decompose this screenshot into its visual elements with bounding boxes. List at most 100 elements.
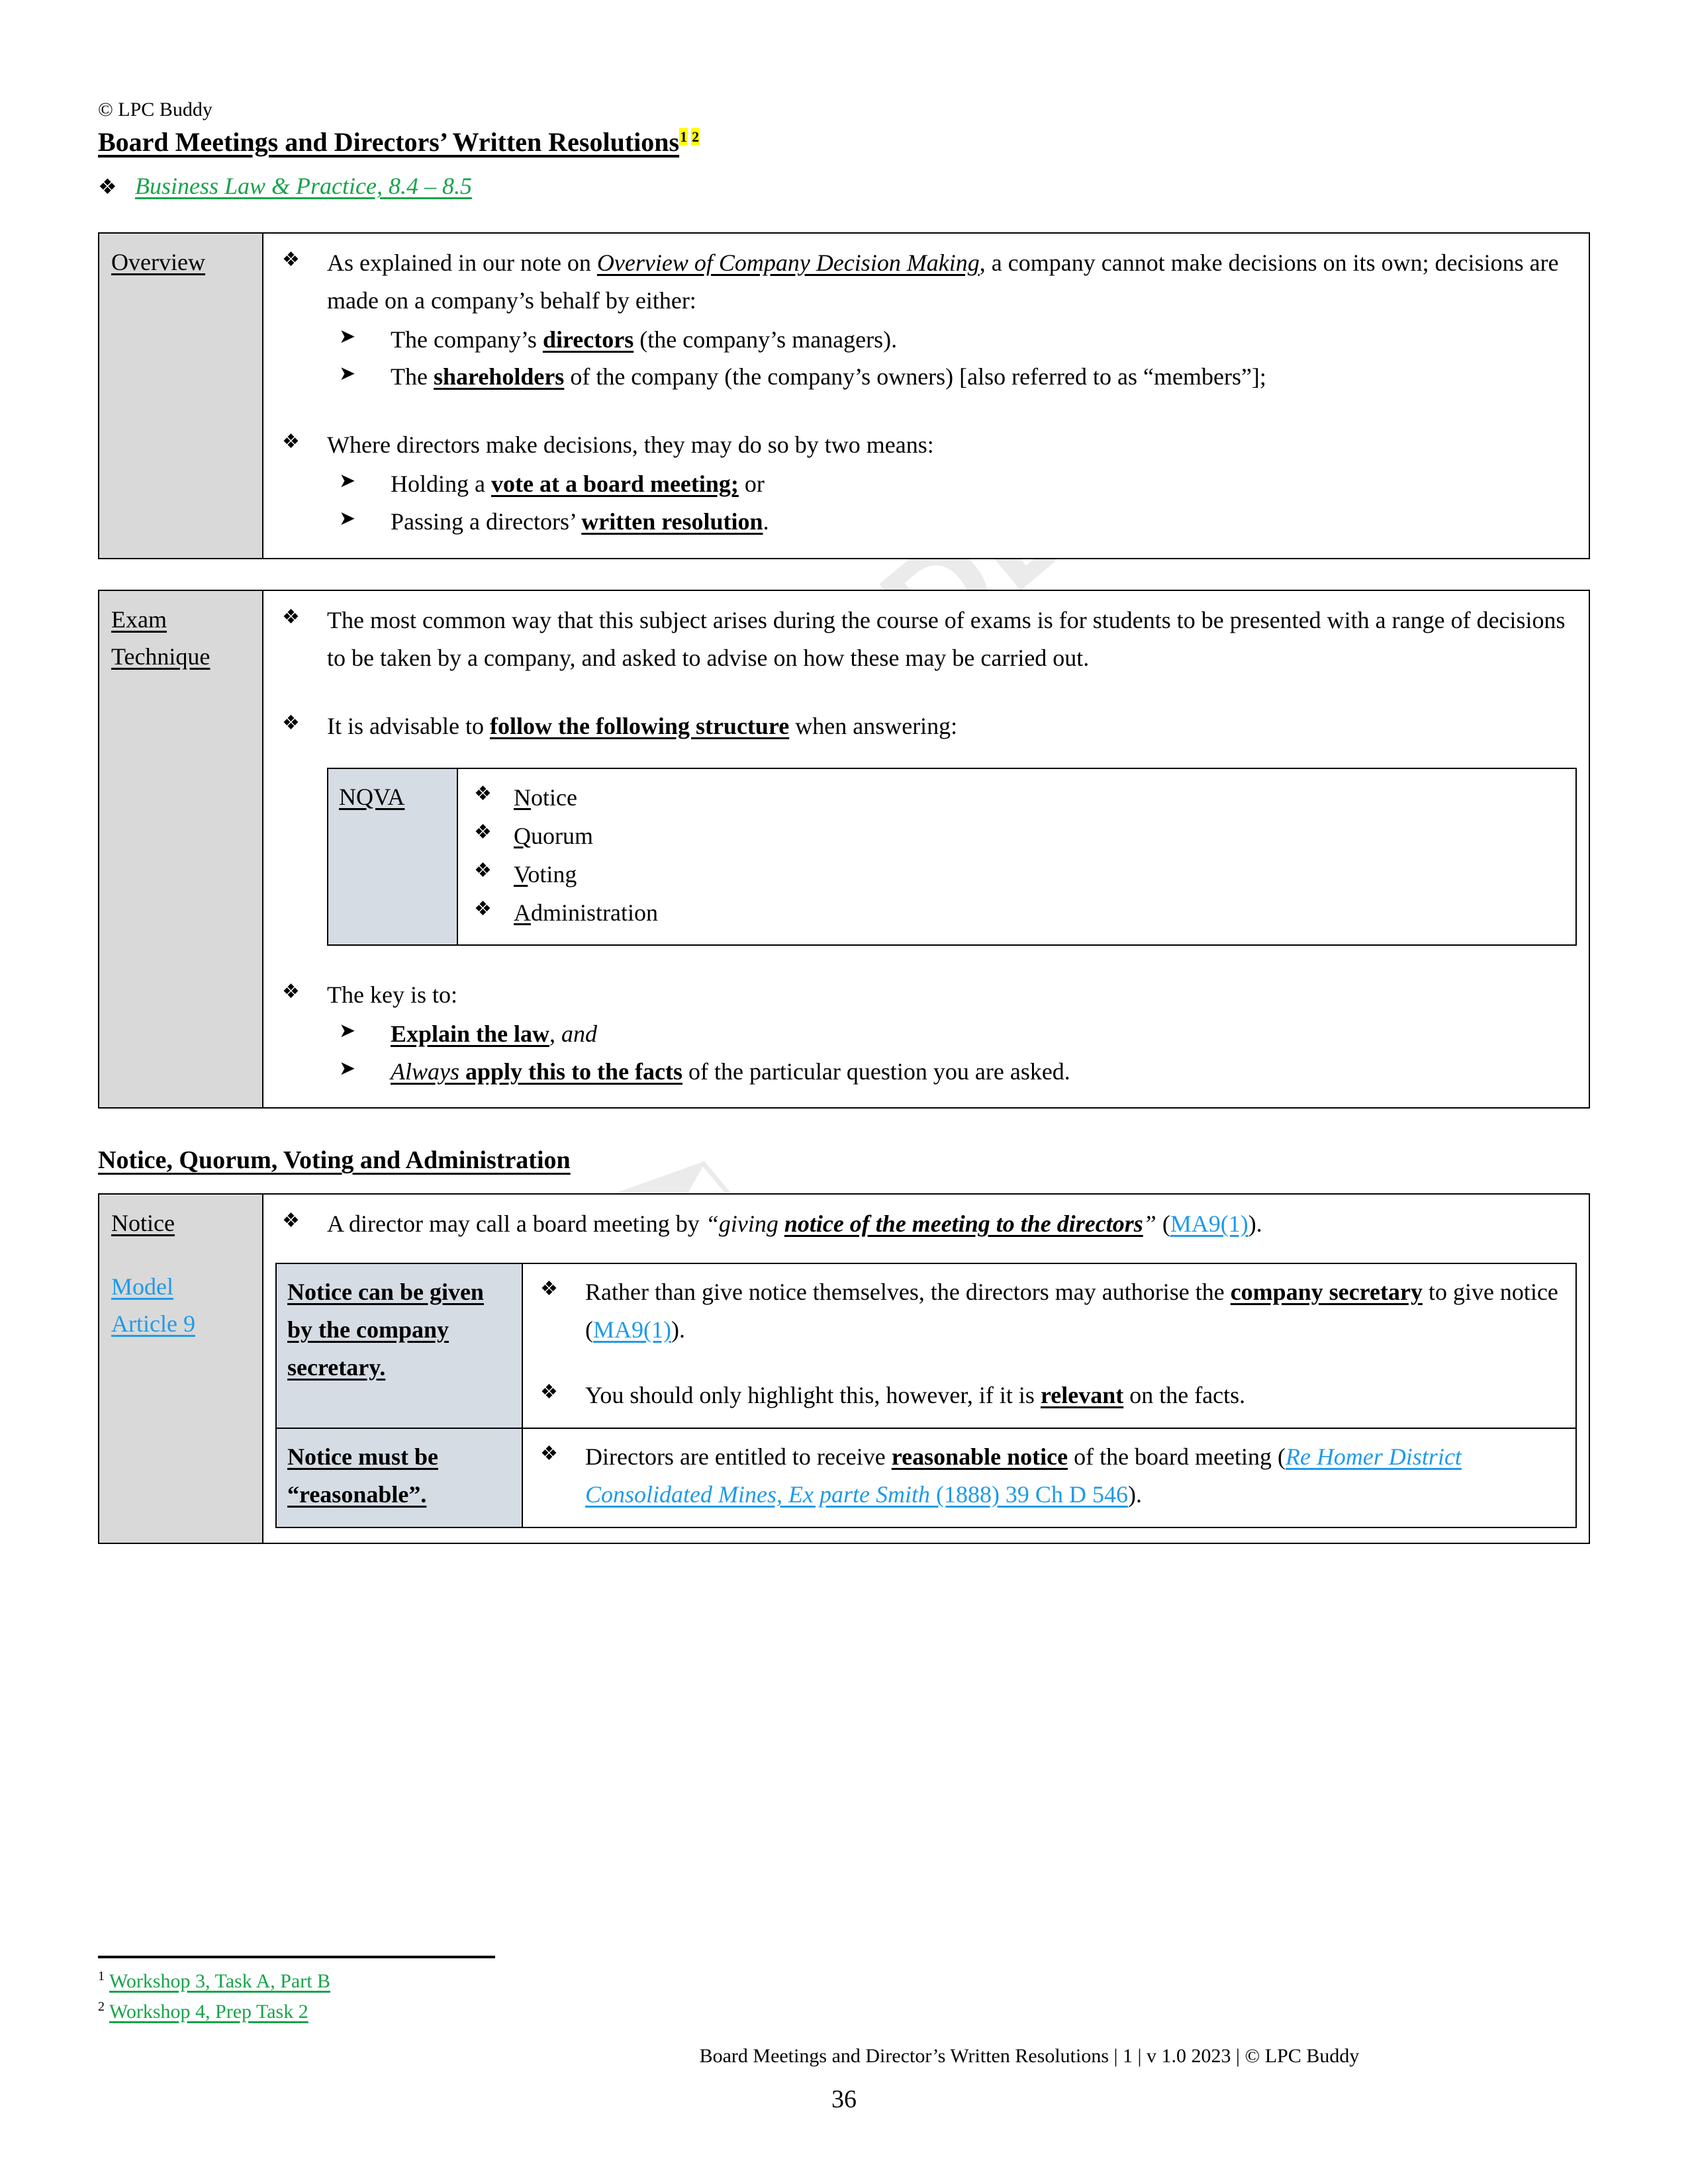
exam-technique-bullet-list: The most common way that this subject ar… [275,602,1577,1091]
model-article-link-line2[interactable]: Article 9 [111,1306,250,1343]
list-item: You should only highlight this, however,… [534,1377,1565,1414]
table-row: Overview As explained in our note on Ove… [98,232,1590,559]
exam-technique-label-line1: Exam [111,606,167,633]
key-and: and [561,1020,598,1047]
list-item: Notice [469,778,1565,817]
footnote-2-link[interactable]: Workshop 4, Prep Task 2 [109,2001,308,2023]
r0-b1-bold: relevant [1040,1382,1124,1409]
nqva-list: Notice Quorum Voting Administration [469,778,1565,933]
overview-table: Overview As explained in our note on Ove… [98,232,1590,559]
overview-bullet-list: As explained in our note on Overview of … [275,244,1577,541]
nqva-item-0-rest: otice [531,784,577,811]
footnote-separator [98,1956,495,1958]
list-item: As explained in our note on Overview of … [275,244,1577,396]
nqva-content-cell: Notice Quorum Voting Administration [457,767,1577,946]
list-item: The most common way that this subject ar… [275,602,1577,677]
table-row: NQVA Notice Quorum Voting Administration [327,767,1577,946]
sub2-post: of the company (the company’s owners) [a… [564,363,1266,390]
b2-sub1-bold: vote at a board meeting; [491,471,739,498]
list-item: It is advisable to follow the following … [275,707,1577,946]
overview-b1-pre: As explained in our note on [327,249,597,276]
b2-sub1-pre: Holding a [391,471,491,498]
overview-content-cell: As explained in our note on Overview of … [262,232,1590,559]
footnote-1-link[interactable]: Workshop 3, Task A, Part B [109,1970,330,1992]
exam-technique-table: Exam Technique The most common way that … [98,589,1590,1109]
list-item: Voting [469,855,1565,893]
overview-sublist-1: The company’s directors (the company’s m… [327,321,1577,396]
notice-bullet-list: A director may call a board meeting by “… [275,1205,1577,1243]
notice-inner-table: Notice can be given by the company secre… [275,1263,1577,1528]
notice-table: Notice Model Article 9 A director may ca… [98,1193,1590,1544]
list-item: The key is to: Explain the law, and Alwa… [275,976,1577,1091]
overview-sublist-2: Holding a vote at a board meeting; or Pa… [327,465,1577,541]
source-reference-link[interactable]: Business Law & Practice, 8.4 – 8.5 [135,171,472,202]
exam-b2-bold: follow the following structure [489,712,790,739]
notice-row-1-bullets: Directors are entitled to receive reason… [534,1438,1565,1514]
r1-b0-post: ). [1127,1480,1142,1508]
key-mid: , [549,1020,562,1047]
sub1-pre: The company’s [391,326,543,353]
r0-b0-pre: Rather than give notice themselves, the … [585,1279,1231,1306]
list-item: Administration [469,893,1565,932]
exam-key-sublist: Explain the law, and Always apply this t… [327,1015,1577,1091]
notice-cite-close: ). [1248,1210,1262,1238]
page-content: © LPC Buddy Board Meetings and Directors… [98,98,1590,1544]
page-footer-text: Board Meetings and Director’s Written Re… [699,2045,1360,2067]
nqva-table: NQVA Notice Quorum Voting Administration [327,767,1577,946]
page-title: Board Meetings and Directors’ Written Re… [98,126,700,159]
overview-b2: Where directors make decisions, they may… [327,432,934,459]
table-row: Notice can be given by the company secre… [275,1263,1577,1429]
nqva-label: NQVA [339,783,405,810]
key-explain-law: Explain the law [391,1020,550,1047]
footnote-1: 1 Workshop 3, Task A, Part B [98,1968,1590,1995]
exam-b2-pre: It is advisable to [327,712,490,739]
b2-sub2-bold: written resolution [581,508,763,535]
re-homer-case-citation[interactable]: (1888) 39 Ch D 546 [930,1481,1128,1508]
notice-row-1-label-cell: Notice must be “reasonable”. [275,1427,523,1528]
exam-b1: The most common way that this subject ar… [327,606,1566,671]
r0-b0-link[interactable]: MA9(1) [593,1316,671,1343]
page-number: 36 [831,2085,857,2113]
table-row: Exam Technique The most common way that … [98,589,1590,1109]
b2-sub2-pre: Passing a directors’ [391,508,582,535]
key-post: of the particular question you are asked… [682,1058,1070,1085]
notice-row-0-bullets: Rather than give notice themselves, the … [534,1273,1565,1414]
document-page: © LPC Buddy Board Meetings and Directors… [0,0,1688,2184]
b2-sub2-post: . [763,508,769,535]
page-title-text: Board Meetings and Directors’ Written Re… [98,127,680,157]
sub1-bold: directors [542,326,634,353]
nqva-item-3-initial: A [514,899,531,927]
notice-row-1-label: Notice must be “reasonable”. [287,1443,438,1508]
r1-b0-mid: of the board meeting ( [1068,1443,1286,1470]
r0-b0-post: ). [671,1316,685,1343]
r0-b0-bold: company secretary [1230,1279,1423,1306]
overview-decision-making-link[interactable]: Overview of Company Decision Making [597,250,980,276]
notice-label: Notice [111,1210,175,1237]
nqva-item-1-initial: Q [514,822,531,849]
section-heading: Notice, Quorum, Voting and Administratio… [98,1146,571,1175]
footnote-ref-1[interactable]: 1 [679,127,688,146]
list-item: The company’s directors (the company’s m… [327,321,1577,359]
nqva-item-2-initial: V [514,861,528,888]
list-item: Quorum [469,817,1565,855]
notice-row-0-label-cell: Notice can be given by the company secre… [275,1263,523,1429]
model-article-link-line1[interactable]: Model [111,1269,250,1306]
table-row: Notice must be “reasonable”. Directors a… [275,1427,1577,1528]
overview-label-cell: Overview [98,232,263,559]
r0-b1-mid: on the facts. [1123,1382,1246,1409]
exam-technique-label-line2: Technique [111,643,211,670]
diamond-bullet-icon: ❖ [98,175,117,199]
exam-technique-content-cell: The most common way that this subject ar… [262,589,1590,1109]
notice-cite-open: ( [1156,1210,1170,1238]
list-item: A director may call a board meeting by “… [275,1205,1577,1243]
ma9-1-link[interactable]: MA9(1) [1170,1210,1248,1237]
footnote-ref-2[interactable]: 2 [691,127,700,146]
nqva-item-0-initial: N [514,784,531,811]
source-reference-line: ❖ Business Law & Practice, 8.4 – 8.5 [98,171,1590,202]
nqva-label-cell: NQVA [327,767,458,946]
sub2-pre: The [391,363,434,390]
copyright-line: © LPC Buddy [98,99,212,120]
exam-technique-label-cell: Exam Technique [98,589,263,1109]
list-item: Holding a vote at a board meeting; or [327,465,1577,503]
footnote-area: 1 Workshop 3, Task A, Part B 2 Workshop … [98,1956,1590,2028]
